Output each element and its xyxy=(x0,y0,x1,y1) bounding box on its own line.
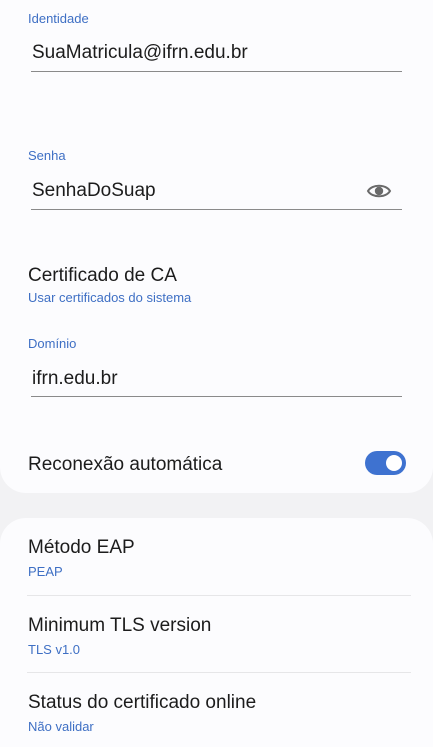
divider xyxy=(27,595,411,596)
password-label: Senha xyxy=(28,148,66,163)
ca-certificate-title: Certificado de CA xyxy=(28,265,177,286)
auto-reconnect-label: Reconexão automática xyxy=(28,454,223,475)
auto-reconnect-toggle[interactable] xyxy=(365,451,406,475)
domain-underline xyxy=(31,396,402,397)
online-cert-status-value: Não validar xyxy=(28,719,94,734)
online-cert-status-title: Status do certificado online xyxy=(28,692,257,713)
password-input[interactable]: SenhaDoSuap xyxy=(32,180,156,202)
domain-label: Domínio xyxy=(28,336,77,351)
password-underline xyxy=(31,209,402,210)
ca-certificate-value: Usar certificados do sistema xyxy=(28,290,192,305)
settings-card-top: Identidade SuaMatricula@ifrn.edu.br Senh… xyxy=(0,0,433,493)
identity-underline xyxy=(31,71,402,72)
settings-card-bottom: Método EAP PEAP Minimum TLS version TLS … xyxy=(0,518,433,747)
identity-label: Identidade xyxy=(28,11,89,26)
min-tls-value: TLS v1.0 xyxy=(28,642,81,657)
eye-icon[interactable] xyxy=(366,180,392,202)
eap-method-title: Método EAP xyxy=(28,537,135,558)
toggle-knob xyxy=(386,455,402,471)
min-tls-title: Minimum TLS version xyxy=(28,615,212,636)
eap-method-value: PEAP xyxy=(28,564,63,579)
min-tls-item[interactable]: Minimum TLS version TLS v1.0 xyxy=(0,606,433,672)
divider xyxy=(27,672,411,673)
eap-method-item[interactable]: Método EAP PEAP xyxy=(0,528,433,594)
online-cert-status-item[interactable]: Status do certificado online Não validar xyxy=(0,683,433,747)
ca-certificate-item[interactable]: Certificado de CA Usar certificados do s… xyxy=(0,255,433,310)
domain-input[interactable]: ifrn.edu.br xyxy=(32,368,118,390)
identity-input[interactable]: SuaMatricula@ifrn.edu.br xyxy=(32,42,248,64)
